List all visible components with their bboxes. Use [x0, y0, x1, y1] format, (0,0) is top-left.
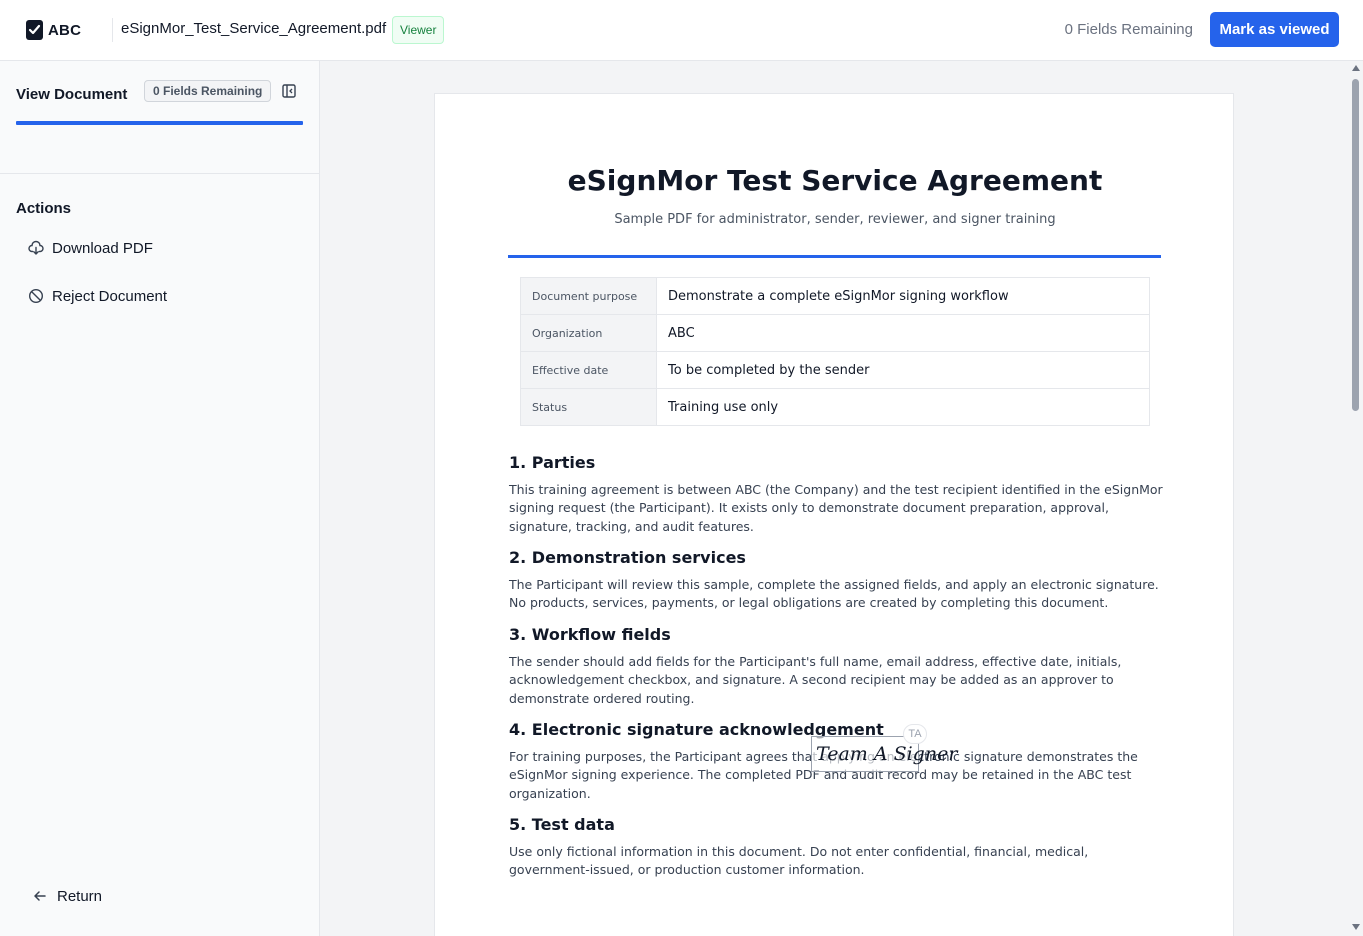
sidebar-divider — [0, 173, 319, 174]
section-heading: 5. Test data — [509, 815, 615, 834]
download-pdf-label: Download PDF — [52, 239, 153, 257]
signature-text: Team A Signer — [816, 743, 958, 765]
return-label: Return — [57, 887, 103, 905]
info-value: ABC — [656, 314, 1150, 352]
info-value: To be completed by the sender — [656, 351, 1150, 389]
download-pdf-button[interactable]: Download PDF — [28, 237, 153, 259]
logo-text: ABC — [48, 21, 82, 39]
table-row: Effective date To be completed by the sen… — [520, 351, 1150, 389]
actions-heading: Actions — [16, 200, 72, 217]
title-rule — [508, 255, 1161, 258]
document-name: eSignMor_Test_Service_Agreement.pdf — [121, 20, 387, 37]
role-badge: Viewer — [392, 16, 445, 44]
return-button[interactable]: Return — [33, 885, 102, 907]
arrow-left-icon — [34, 891, 46, 901]
section-heading: 3. Workflow fields — [509, 625, 671, 644]
reject-document-label: Reject Document — [52, 287, 168, 305]
scroll-up-arrow-icon[interactable] — [1352, 65, 1360, 71]
info-key: Status — [520, 388, 657, 426]
info-key: Effective date — [520, 351, 657, 389]
section-body: The sender should add fields for the Par… — [509, 654, 1122, 706]
sidebar: View Document 0 Fields Remaining Actions… — [0, 61, 320, 936]
section-heading: 2. Demonstration services — [509, 548, 746, 567]
scroll-thumb[interactable] — [1352, 79, 1359, 411]
info-table: Document purpose Demonstrate a complete e… — [520, 277, 1150, 426]
mark-as-viewed-button[interactable]: Mark as viewed — [1210, 12, 1339, 47]
info-key: Document purpose — [520, 277, 657, 315]
signer-initials-badge: TA — [903, 724, 927, 744]
app-logo[interactable]: ABC — [26, 19, 81, 41]
table-row: Organization ABC — [520, 314, 1150, 352]
document-title: eSignMor Test Service Agreement — [567, 164, 1103, 197]
section-body: This training agreement is between ABC (… — [509, 482, 1163, 534]
active-tab-indicator — [16, 121, 303, 125]
sidebar-fields-remaining-badge: 0 Fields Remaining — [144, 80, 272, 102]
vertical-scrollbar[interactable] — [1348, 61, 1363, 936]
info-value: Demonstrate a complete eSignMor signing … — [656, 277, 1150, 315]
top-header: ABC eSignMor_Test_Service_Agreement.pdf … — [0, 0, 1363, 61]
section-body: Use only fictional information in this d… — [509, 844, 1089, 878]
document-viewer[interactable]: eSignMor Test Service Agreement Sample P… — [320, 61, 1363, 936]
document-subtitle: Sample PDF for administrator, sender, re… — [614, 212, 1056, 227]
section-body: The Participant will review this sample,… — [509, 577, 1159, 611]
scroll-down-arrow-icon[interactable] — [1352, 924, 1360, 930]
table-row: Status Training use only — [520, 388, 1150, 426]
info-key: Organization — [520, 314, 657, 352]
fields-remaining-count: 0 Fields Remaining — [1064, 21, 1193, 38]
table-row: Document purpose Demonstrate a complete e… — [520, 277, 1150, 315]
logo-check-icon — [26, 20, 43, 40]
pdf-page: eSignMor Test Service Agreement Sample P… — [434, 93, 1234, 936]
section-heading: 1. Parties — [509, 453, 596, 472]
cloud-download-icon — [28, 240, 44, 255]
ban-icon — [28, 288, 44, 304]
reject-document-button[interactable]: Reject Document — [28, 285, 167, 307]
header-divider — [112, 18, 113, 42]
signature-field[interactable]: Team A Signer — [811, 736, 957, 772]
collapse-sidebar-icon[interactable] — [282, 84, 296, 98]
info-value: Training use only — [656, 388, 1150, 426]
tab-view-document[interactable]: View Document — [16, 86, 127, 103]
